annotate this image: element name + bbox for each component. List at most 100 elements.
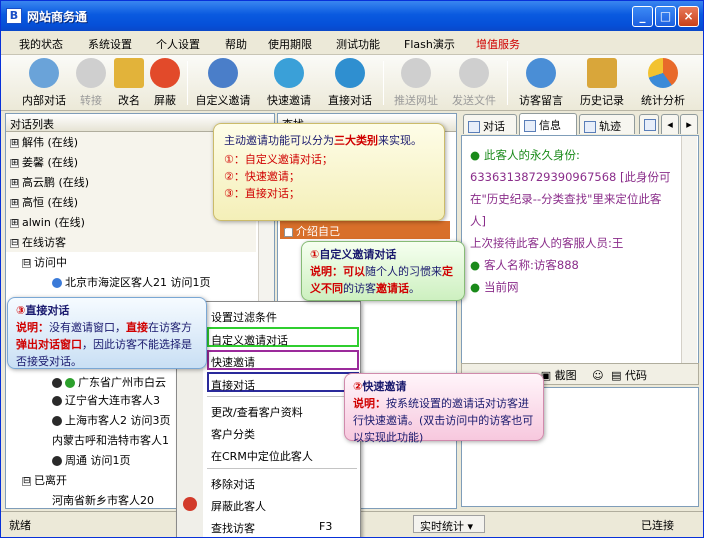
visitor-message-button[interactable]: 访客留言 bbox=[513, 58, 569, 108]
menu-separator bbox=[207, 468, 357, 469]
menu-test-functions[interactable]: 测试功能 bbox=[336, 36, 380, 52]
transfer-button[interactable]: 转接 bbox=[73, 58, 109, 108]
stats-chart-icon bbox=[648, 58, 678, 88]
callout-overview: 主动邀请功能可以分为三大类别来实现。 ①：自定义邀请对话； ②：快速邀请； ③：… bbox=[213, 123, 445, 221]
menu-item-locate-crm[interactable]: 在CRM中定位此客人 bbox=[211, 448, 313, 464]
status-text: 就绪 bbox=[9, 519, 31, 532]
rename-button[interactable]: 改名 bbox=[111, 58, 147, 108]
chevron-left-icon: ◂ bbox=[667, 118, 673, 131]
block-button[interactable]: 屏蔽 bbox=[147, 58, 183, 108]
quick-invite-icon bbox=[274, 58, 304, 88]
push-url-button[interactable]: 推送网址 bbox=[389, 58, 443, 108]
tab-track[interactable]: 轨迹 bbox=[579, 114, 635, 134]
save-icon bbox=[644, 119, 656, 131]
person-icon bbox=[52, 396, 62, 406]
tab-chat[interactable]: 对话 bbox=[463, 114, 517, 134]
collapse-toggle-icon[interactable]: ⊟ bbox=[22, 476, 31, 486]
info-scrollbar[interactable] bbox=[681, 136, 697, 374]
close-button[interactable]: × bbox=[678, 6, 699, 27]
screenshot-button[interactable]: ▣ 截图 bbox=[541, 369, 577, 382]
menu-value-added[interactable]: 增值服务 bbox=[476, 36, 520, 52]
menu-item-classify[interactable]: 客户分类 bbox=[211, 426, 255, 442]
expand-toggle-icon[interactable]: ⊞ bbox=[10, 218, 19, 228]
realtime-stats-dropdown[interactable]: 实时统计 ▾ bbox=[413, 515, 485, 533]
menu-item-remove-chat[interactable]: 移除对话 bbox=[211, 476, 255, 492]
block-icon bbox=[150, 58, 180, 88]
internal-chat-button[interactable]: 内部对话 bbox=[19, 58, 69, 108]
current-page: 当前网 bbox=[484, 280, 519, 294]
tree-row-visiting[interactable]: ⊟ 访问中 bbox=[6, 252, 256, 272]
block-icon bbox=[183, 497, 197, 511]
history-icon bbox=[587, 58, 617, 88]
collapse-toggle-icon[interactable]: ⊟ bbox=[10, 238, 19, 248]
bullet-icon: ● bbox=[470, 148, 481, 162]
chevron-right-icon: ▸ bbox=[686, 118, 692, 131]
stats-button[interactable]: 统计分析 bbox=[635, 58, 691, 108]
tab-scroll-right[interactable]: ▸ bbox=[680, 114, 698, 134]
toolbar-separator bbox=[507, 61, 508, 105]
tree-row-visitor[interactable]: 北京市海淀区客人21 访问1页 bbox=[6, 272, 256, 292]
bullet-icon: ● bbox=[470, 258, 481, 272]
code-button[interactable]: ▤ 代码 bbox=[611, 369, 647, 382]
push-url-icon bbox=[401, 58, 431, 88]
maximize-button[interactable]: □ bbox=[655, 6, 676, 27]
menu-system-settings[interactable]: 系统设置 bbox=[88, 36, 132, 52]
tab-strip: 对话 信息 轨迹 ◂ ▸ bbox=[461, 113, 701, 135]
callout-quick-invite: ②快速邀请 说明：按系统设置的邀请话对访客进行快速邀请。(双击访问中的访客也可以… bbox=[344, 373, 544, 444]
tab-more[interactable] bbox=[639, 114, 659, 134]
shortcut-label: F3 bbox=[319, 520, 333, 533]
expand-toggle-icon[interactable]: ⊞ bbox=[10, 178, 19, 188]
menu-item-edit-profile[interactable]: 更改/查看客户资料 bbox=[211, 404, 303, 420]
toolbar-separator bbox=[383, 61, 384, 105]
menu-my-status[interactable]: 我的状态 bbox=[19, 36, 63, 52]
visitor-message-icon bbox=[526, 58, 556, 88]
menu-personal-settings[interactable]: 个人设置 bbox=[156, 36, 200, 52]
quick-invite-button[interactable]: 快速邀请 bbox=[262, 58, 316, 108]
person-icon bbox=[52, 416, 62, 426]
tab-info[interactable]: 信息 bbox=[519, 113, 577, 135]
menu-item-set-filter[interactable]: 设置过滤条件 bbox=[211, 309, 277, 325]
menu-bar: 我的状态 系统设置 个人设置 帮助 使用期限 测试功能 Flash演示 增值服务 bbox=[1, 31, 703, 55]
person-icon bbox=[52, 456, 62, 466]
transfer-icon bbox=[76, 58, 106, 88]
track-icon bbox=[584, 121, 596, 133]
custom-invite-button[interactable]: 自定义邀请 bbox=[191, 58, 255, 108]
section-introduce-self[interactable]: ⊟ 介绍自己 bbox=[280, 221, 450, 239]
direct-chat-icon bbox=[335, 58, 365, 88]
expand-toggle-icon[interactable]: ⊞ bbox=[10, 158, 19, 168]
expand-toggle-icon[interactable]: ⊞ bbox=[10, 198, 19, 208]
menu-item-direct-chat[interactable]: 直接对话 bbox=[211, 377, 255, 393]
menu-item-custom-invite[interactable]: 自定义邀请对话 bbox=[211, 332, 288, 348]
tab-scroll-left[interactable]: ◂ bbox=[661, 114, 679, 134]
menu-usage-period[interactable]: 使用期限 bbox=[268, 36, 312, 52]
users-chat-icon bbox=[29, 58, 59, 88]
send-file-icon bbox=[459, 58, 489, 88]
menu-item-quick-invite[interactable]: 快速邀请 bbox=[211, 354, 255, 370]
visitor-permanent-id: 63363138729390967568 [此身份可在"历史纪录--分类查找"里… bbox=[470, 170, 671, 228]
person-icon bbox=[52, 378, 62, 388]
collapse-toggle-icon[interactable]: ⊟ bbox=[22, 258, 31, 268]
callout-direct-chat: ③直接对话 说明：没有邀请窗口，直接在访客方弹出对话窗口，因此访客不能选择是否接… bbox=[7, 297, 207, 369]
connection-status: 已连接 bbox=[641, 519, 674, 532]
menu-item-find-visitor[interactable]: 查找访客 bbox=[211, 520, 255, 536]
menu-separator bbox=[207, 396, 357, 397]
menu-help[interactable]: 帮助 bbox=[225, 36, 247, 52]
minimize-button[interactable]: _ bbox=[632, 6, 653, 27]
browser-icon bbox=[65, 378, 75, 388]
send-file-button[interactable]: 发送文件 bbox=[447, 58, 501, 108]
emoji-icon[interactable]: ☺ bbox=[592, 369, 603, 382]
collapse-toggle-icon[interactable]: ⊟ bbox=[284, 227, 293, 237]
history-button[interactable]: 历史记录 bbox=[575, 58, 629, 108]
direct-chat-button[interactable]: 直接对话 bbox=[323, 58, 377, 108]
title-bar[interactable]: B 网站商务通 _ □ × bbox=[1, 1, 703, 31]
rename-card-icon bbox=[114, 58, 144, 88]
info-icon bbox=[524, 120, 536, 132]
expand-toggle-icon[interactable]: ⊞ bbox=[10, 138, 19, 148]
search-visitor-icon bbox=[52, 278, 62, 288]
menu-flash-demo[interactable]: Flash演示 bbox=[404, 36, 455, 52]
app-logo-icon: B bbox=[6, 8, 22, 24]
menu-item-block-visitor[interactable]: 屏蔽此客人 bbox=[211, 498, 266, 514]
visitor-detail-panel: 对话 信息 轨迹 ◂ ▸ ● 此客人的永久身份: 6336313872939096… bbox=[461, 113, 701, 509]
toolbar-separator bbox=[187, 61, 188, 105]
tree-row-online-visitors[interactable]: ⊟ 在线访客 bbox=[6, 232, 256, 252]
